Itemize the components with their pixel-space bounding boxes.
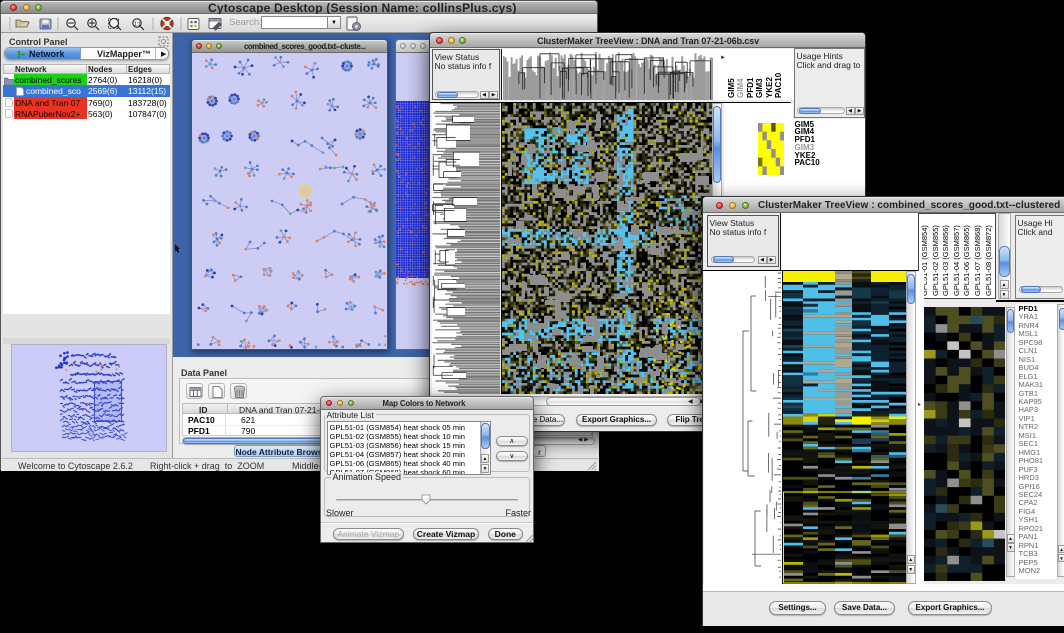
svg-text:1:1: 1:1 [134, 22, 141, 28]
